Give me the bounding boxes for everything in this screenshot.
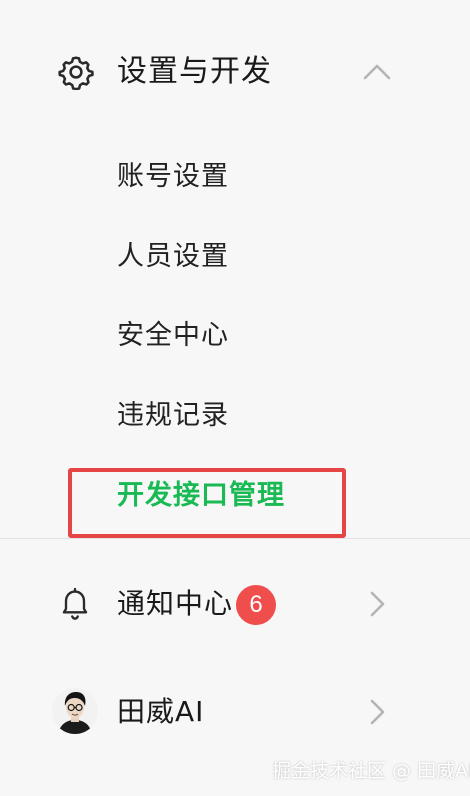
chevron-right-icon [370,699,385,725]
chevron-up-icon[interactable] [360,58,394,86]
profile-name: 田威AI [117,695,205,728]
settings-section-header[interactable]: 设置与开发 [0,30,470,114]
sidebar-item-security-center[interactable]: 安全中心 [117,316,229,356]
notification-badge: 6 [236,585,276,625]
profile-row[interactable]: 田威AI [0,672,470,752]
gear-icon [58,56,94,90]
bell-icon [62,587,88,620]
sidebar-item-api-management[interactable]: 开发接口管理 [117,476,285,516]
notification-center-label: 通知中心 [117,587,234,620]
watermark: 掘金技术社区 @ 田威AI [272,760,470,782]
sidebar-item-violation-records[interactable]: 违规记录 [117,396,229,436]
section-title: 设置与开发 [117,54,272,89]
chevron-right-icon [370,591,385,617]
avatar [52,688,98,734]
divider [0,538,470,539]
notification-center-row[interactable]: 通知中心 6 [0,564,470,644]
sidebar-item-member-settings[interactable]: 人员设置 [117,237,229,277]
sidebar-item-account-settings[interactable]: 账号设置 [117,157,229,197]
